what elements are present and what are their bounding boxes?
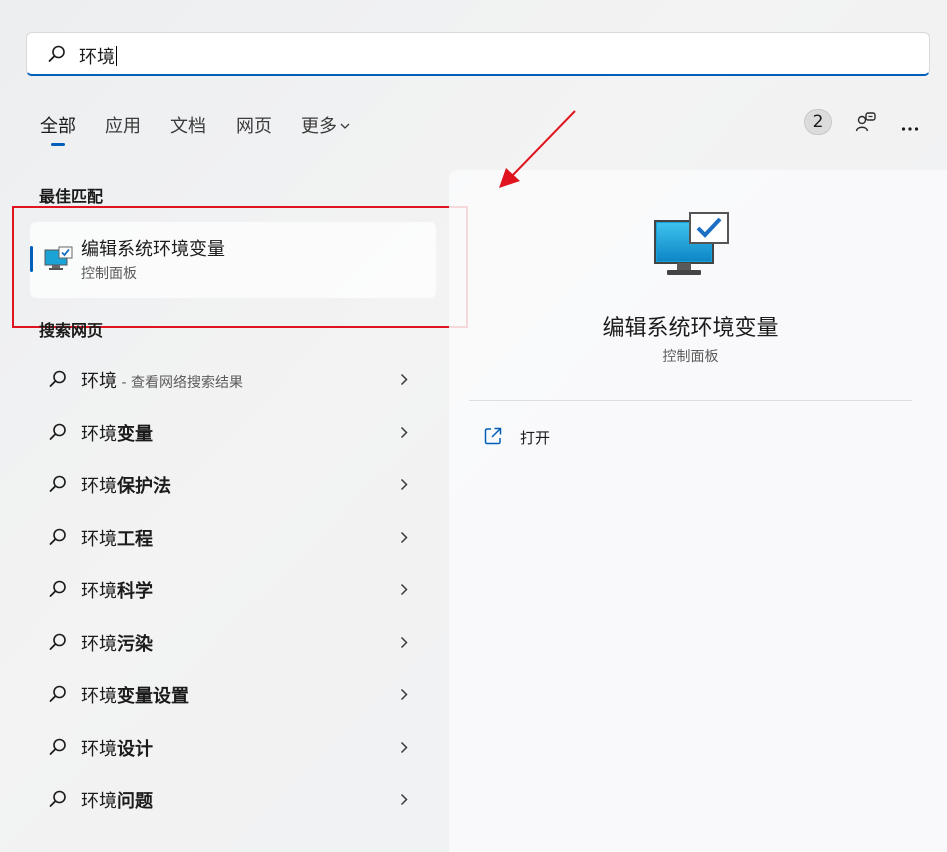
annotation-arrow (499, 110, 576, 188)
